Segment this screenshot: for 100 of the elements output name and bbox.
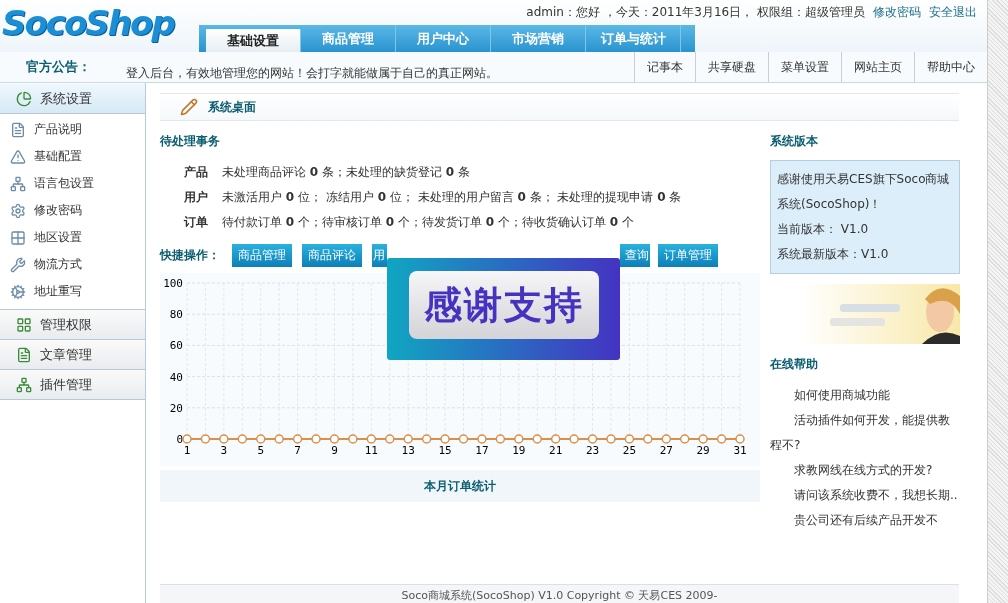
x-tick-label: 3 [220, 444, 228, 457]
data-point [532, 434, 542, 444]
item-icon [10, 202, 26, 219]
row-text: 未激活用户 0 位； 冻结用户 0 位； 未处理的用户留言 0 条； 未处理的提现申请 0 条 [222, 189, 682, 206]
data-point [421, 434, 432, 444]
data-point [624, 434, 635, 444]
y-tick-label: 0 [176, 433, 183, 446]
y-tick-label: 20 [169, 401, 183, 415]
y-tick-label: 60 [169, 339, 183, 353]
x-tick-label: 1 [183, 444, 191, 457]
row-label: 订单 [184, 214, 208, 231]
quick-label: 快捷操作： [160, 246, 221, 264]
user-info: admin：您好 ，今天：2011年3月16日， 权限组：超级管理员 [526, 4, 865, 21]
header-link[interactable]: 安全退出 [929, 4, 977, 25]
sidebar-item[interactable]: 修改密码 [0, 197, 145, 224]
data-point [311, 434, 321, 444]
data-point [200, 434, 211, 444]
notice-label: 官方公告： [25, 58, 92, 76]
section-title: 在线帮助 [770, 356, 819, 373]
data-point [716, 434, 727, 444]
sidebar-group[interactable]: 系统设置 [0, 84, 145, 114]
x-tick-label: 13 [401, 444, 415, 457]
data-point [477, 434, 487, 444]
sidebar-group[interactable]: 管理权限 [0, 310, 145, 340]
data-point [679, 434, 690, 444]
data-point [385, 434, 395, 444]
group-icon [16, 376, 32, 393]
data-point [182, 434, 192, 444]
x-tick-label: 25 [622, 444, 637, 457]
data-point [219, 434, 229, 444]
top-link[interactable]: 菜单设置 [768, 52, 841, 82]
group-icon [16, 90, 32, 107]
group-icon [16, 316, 32, 333]
group-icon [16, 346, 32, 363]
help-link[interactable]: 如何使用商城功能 [770, 383, 960, 408]
data-point [440, 434, 450, 444]
top-link[interactable]: 网站主页 [841, 52, 914, 82]
data-point [587, 434, 598, 444]
help-link[interactable]: 活动插件如何开发，能提供教程不? [770, 408, 960, 458]
sidebar-item[interactable]: 地址重写 [0, 278, 145, 305]
scrollbar[interactable] [987, 0, 1008, 603]
data-point [458, 434, 469, 444]
data-point [569, 434, 579, 444]
help-link[interactable]: 求教网线在线方式的开发? [770, 458, 960, 483]
nav-tab[interactable]: 基础设置 [206, 29, 301, 52]
help-link[interactable]: 请问该系统收费不，我想长期.. [770, 483, 960, 508]
item-icon [10, 256, 26, 273]
x-tick-label: 27 [659, 444, 673, 457]
data-point [348, 434, 358, 444]
sidebar-group[interactable]: 插件管理 [0, 370, 145, 400]
section-title: 系统版本 [770, 133, 819, 150]
version-text: 当前版本： V1.0 [777, 221, 870, 238]
y-tick-label: 100 [163, 277, 183, 290]
header-link[interactable]: 修改密码 [873, 4, 921, 25]
x-tick-label: 19 [512, 444, 526, 457]
x-tick-label: 7 [294, 444, 301, 457]
x-tick-label: 5 [257, 444, 265, 457]
y-tick-label: 80 [169, 308, 183, 322]
data-point [698, 434, 708, 444]
item-icon [10, 121, 26, 138]
top-link[interactable]: 共享硬盘 [695, 52, 768, 82]
section-title: 待处理事务 [160, 133, 221, 150]
data-point [237, 434, 248, 444]
pencil-icon [180, 98, 198, 116]
logo: SocoShop [1, 2, 176, 45]
x-tick-label: 17 [475, 444, 489, 457]
data-point [661, 434, 671, 444]
top-link[interactable]: 记事本 [634, 52, 695, 82]
row-label: 用户 [184, 189, 208, 206]
version-text: 感谢使用天易CES旗下Soco商城系统(SocoShop)！ [777, 171, 951, 213]
sidebar-item[interactable]: 产品说明 [0, 116, 145, 143]
sidebar-item[interactable]: 语言包设置 [0, 170, 145, 197]
data-point [735, 434, 745, 444]
data-point [256, 434, 266, 444]
x-tick-label: 9 [331, 444, 338, 457]
footer-text: Soco商城系统(SocoShop) V1.0 Copyright © 天易CES 2009- [401, 588, 718, 603]
help-link[interactable]: 贵公司还有后续产品开发不 [770, 508, 960, 533]
data-point [606, 434, 616, 444]
version-text: 系统最新版本：V1.0 [777, 246, 890, 263]
sidebar-item[interactable]: 基础配置 [0, 143, 145, 170]
sidebar-item[interactable]: 地区设置 [0, 224, 145, 251]
popup-text: 感谢支持 [408, 271, 599, 339]
item-icon [10, 283, 26, 300]
x-tick-label: 29 [696, 444, 710, 457]
item-icon [10, 229, 26, 246]
sidebar-item[interactable]: 物流方式 [0, 251, 145, 278]
data-point [366, 434, 377, 444]
data-point [550, 434, 561, 444]
row-text: 待付款订单 0 个；待审核订单 0 个；待发货订单 0 个；待收货确认订单 0 个 [222, 214, 634, 231]
page-title: 系统桌面 [208, 98, 256, 116]
data-point [495, 434, 506, 444]
y-tick-label: 40 [169, 370, 183, 384]
data-point [292, 434, 303, 444]
x-tick-label: 31 [733, 444, 747, 457]
notice-text: 登入后台，有效地管理您的网站！会打字就能做属于自己的真正网站。 [126, 64, 499, 82]
x-tick-label: 23 [585, 444, 600, 457]
data-point [329, 434, 340, 444]
sidebar-group[interactable]: 文章管理 [0, 340, 145, 370]
x-tick-label: 15 [438, 444, 452, 457]
data-point [643, 434, 653, 444]
